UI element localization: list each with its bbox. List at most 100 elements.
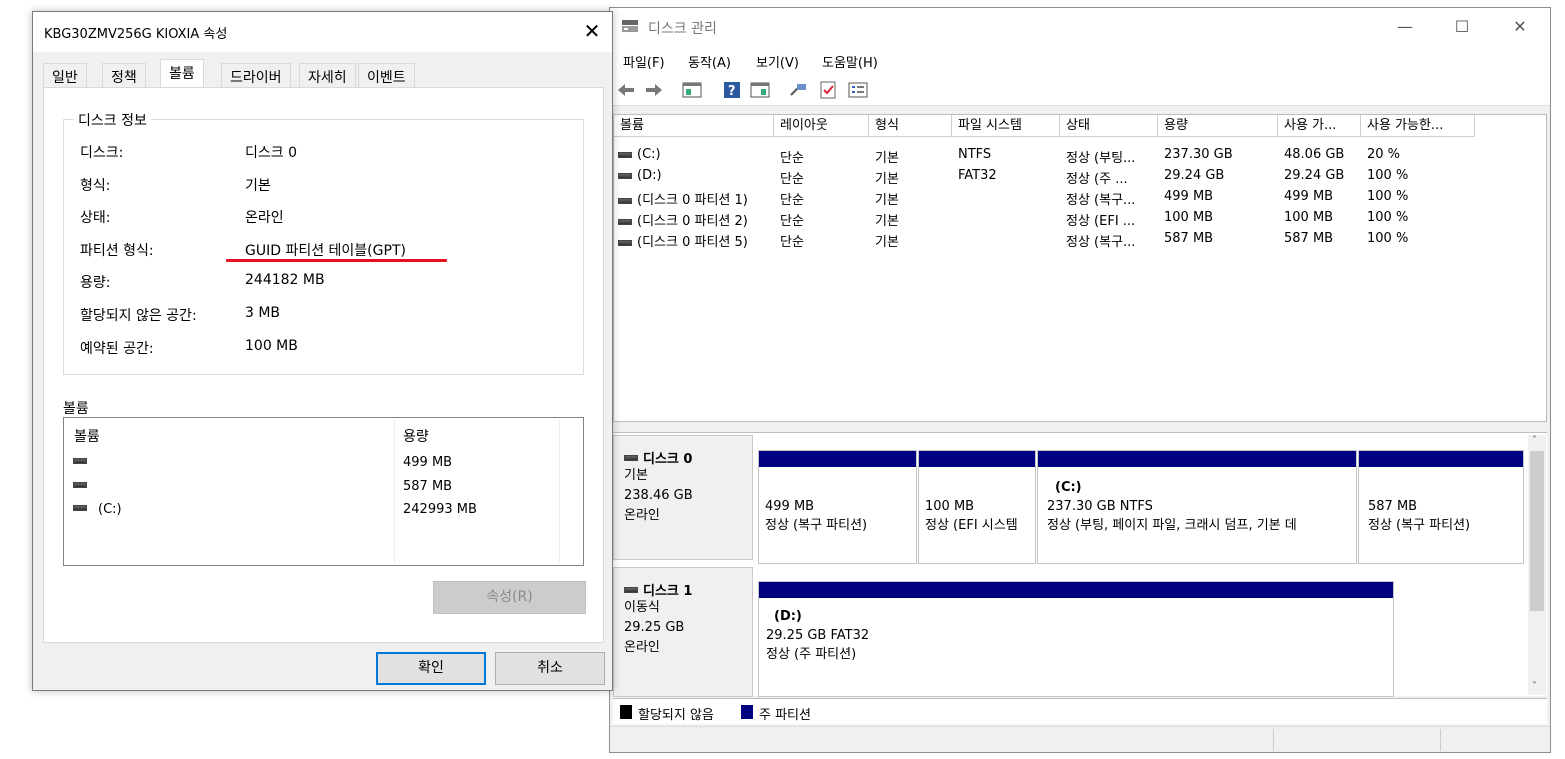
column-header-type[interactable]: 형식 bbox=[869, 115, 952, 137]
back-arrow-icon[interactable] bbox=[616, 81, 636, 99]
close-icon[interactable]: ✕ bbox=[580, 20, 604, 44]
primary-partition-bar bbox=[1359, 451, 1523, 467]
volume-icon bbox=[618, 239, 632, 246]
volume-cell: 20 % bbox=[1367, 147, 1401, 162]
disk-0-partition-1[interactable]: 499 MB 정상 (복구 파티션) bbox=[758, 450, 917, 564]
disk-1-partition-d[interactable]: (D:) 29.25 GB FAT32 정상 (주 파티션) bbox=[758, 581, 1394, 697]
help-icon[interactable]: ? bbox=[722, 81, 742, 99]
partition-info: (D:) 29.25 GB FAT32 정상 (주 파티션) bbox=[759, 598, 1393, 664]
minimize-button[interactable]: — bbox=[1376, 8, 1434, 46]
volume-row[interactable]: (C:) 단순 기본 NTFS 정상 (부팅... 237.30 GB 48.06 GB 20… bbox=[614, 144, 1544, 166]
volume-list-row[interactable]: 499 MB bbox=[64, 453, 554, 476]
disk-0-heading: 디스크 0 bbox=[624, 448, 692, 467]
column-header-percent-free[interactable]: 사용 가능한... bbox=[1361, 115, 1475, 137]
tab-general[interactable]: 일반 bbox=[43, 63, 87, 87]
cancel-button[interactable]: 취소 bbox=[495, 652, 605, 685]
volume-cell: FAT32 bbox=[958, 168, 997, 183]
property-label: 상태: bbox=[80, 210, 111, 227]
scrollbar-thumb[interactable] bbox=[1530, 451, 1544, 611]
volume-list-row[interactable]: (C:) 242993 MB bbox=[64, 500, 554, 523]
column-header-layout[interactable]: 레이아웃 bbox=[774, 115, 869, 137]
menu-action[interactable]: 동작(A) bbox=[688, 52, 731, 71]
disk-info-title: 디스크 정보 bbox=[74, 110, 151, 130]
disk-graphical-view: 디스크 0 기본 238.46 GB 온라인 499 MB 정상 (복구 파티션… bbox=[613, 432, 1547, 697]
volume-cell: 100 MB bbox=[1284, 210, 1334, 225]
tab-events[interactable]: 이벤트 bbox=[358, 63, 415, 87]
column-header-status[interactable]: 상태 bbox=[1060, 115, 1158, 137]
volume-cell: 100 MB bbox=[1164, 210, 1214, 225]
volume-cell: 48.06 GB bbox=[1284, 147, 1345, 162]
primary-partition-bar bbox=[1038, 451, 1356, 467]
maximize-button[interactable]: ☐ bbox=[1433, 8, 1491, 46]
disk-icon bbox=[624, 454, 638, 461]
vertical-scrollbar[interactable]: ˄ ˅ bbox=[1528, 435, 1546, 695]
vol-col-capacity: 용량 bbox=[403, 429, 429, 445]
volume-row[interactable]: (디스크 0 파티션 5) 단순 기본 정상 (복구... 587 MB 587 MB 10… bbox=[614, 228, 1544, 250]
close-button[interactable]: ✕ bbox=[1491, 8, 1549, 46]
connect-icon[interactable] bbox=[788, 81, 808, 99]
disk-0-partition-2[interactable]: 100 MB 정상 (EFI 시스템 bbox=[918, 450, 1036, 564]
primary-partition-bar bbox=[759, 582, 1393, 598]
volume-row[interactable]: (D:) 단순 기본 FAT32 정상 (주 ... 29.24 GB 29.24 GB 10… bbox=[614, 165, 1544, 187]
volume-row[interactable]: (디스크 0 파티션 1) 단순 기본 정상 (복구... 499 MB 499 MB 10… bbox=[614, 186, 1544, 208]
menu-view[interactable]: 보기(V) bbox=[756, 52, 799, 71]
volume-list-box[interactable]: 볼륨 용량 499 MB 587 MB (C:) 242993 MB bbox=[63, 417, 584, 566]
properties-list-icon[interactable] bbox=[848, 81, 868, 99]
disk-0-partition-c[interactable]: (C:) 237.30 GB NTFS 정상 (부팅, 페이지 파일, 크래시 … bbox=[1037, 450, 1357, 564]
column-header-capacity[interactable]: 용량 bbox=[1158, 115, 1278, 137]
volume-cell: 기본 bbox=[875, 235, 899, 250]
tab-volumes[interactable]: 볼륨 bbox=[160, 59, 204, 87]
check-disk-icon[interactable] bbox=[818, 81, 838, 99]
partition-info: 499 MB 정상 (복구 파티션) bbox=[759, 467, 916, 535]
volume-list-row[interactable]: 587 MB bbox=[64, 477, 554, 500]
show-pane-icon[interactable] bbox=[750, 81, 770, 99]
property-label: 디스크: bbox=[80, 145, 124, 161]
forward-arrow-icon[interactable] bbox=[644, 81, 664, 99]
disk-1-heading: 디스크 1 bbox=[624, 580, 692, 599]
volume-cell: 100 % bbox=[1367, 189, 1409, 204]
console-tree-icon[interactable] bbox=[682, 81, 702, 99]
disk-management-window: 디스크 관리 — ☐ ✕ 파일(F) 동작(A) 보기(V) 도움말(H) ? … bbox=[609, 7, 1551, 753]
volume-cell: 정상 (EFI ... bbox=[1066, 214, 1136, 229]
disk-0-partition-5[interactable]: 587 MB 정상 (복구 파티션) bbox=[1358, 450, 1524, 564]
volume-icon bbox=[618, 218, 632, 225]
status-bar bbox=[610, 726, 1550, 752]
unallocated-swatch bbox=[620, 705, 632, 719]
partition-size: 499 MB bbox=[765, 499, 815, 514]
column-header-volume[interactable]: 볼륨 bbox=[614, 115, 774, 137]
disk-0-label[interactable]: 디스크 0 기본 238.46 GB 온라인 bbox=[613, 435, 753, 560]
primary-partition-swatch bbox=[741, 705, 753, 719]
volume-size: 499 MB bbox=[403, 455, 453, 470]
volume-icon bbox=[618, 172, 632, 179]
property-value: 기본 bbox=[245, 177, 271, 194]
properties-button[interactable]: 속성(R) bbox=[433, 581, 586, 614]
property-value: 100 MB bbox=[245, 337, 298, 354]
menu-help[interactable]: 도움말(H) bbox=[822, 52, 878, 71]
volume-cell: (C:) bbox=[618, 147, 661, 162]
volume-name: (디스크 0 파티션 1) bbox=[637, 193, 748, 208]
menu-file[interactable]: 파일(F) bbox=[623, 52, 665, 71]
volume-cell: 100 % bbox=[1367, 231, 1409, 246]
tab-details[interactable]: 자세히 bbox=[299, 63, 356, 87]
volume-cell: 단순 bbox=[780, 235, 804, 250]
primary-partition-bar bbox=[919, 451, 1035, 467]
disk-1-info: 이동식 29.25 GB 온라인 bbox=[624, 598, 684, 658]
volume-cell: 단순 bbox=[780, 151, 804, 166]
property-value: GUID 파티션 테이블(GPT) bbox=[245, 242, 406, 259]
disk-0-name: 디스크 0 bbox=[643, 452, 693, 467]
volume-name: (D:) bbox=[637, 168, 662, 183]
disk-1-label[interactable]: 디스크 1 이동식 29.25 GB 온라인 bbox=[613, 567, 753, 697]
disk-0-size: 238.46 GB bbox=[624, 488, 693, 503]
volume-name: (C:) bbox=[637, 147, 661, 162]
volume-row[interactable]: (디스크 0 파티션 2) 단순 기본 정상 (EFI ... 100 MB 100 MB… bbox=[614, 207, 1544, 229]
scroll-down-icon[interactable]: ˅ bbox=[1532, 681, 1537, 692]
column-header-filesystem[interactable]: 파일 시스템 bbox=[952, 115, 1060, 137]
volume-cell: (D:) bbox=[618, 168, 662, 183]
tab-policy[interactable]: 정책 bbox=[102, 63, 146, 87]
scroll-up-icon[interactable]: ˄ bbox=[1532, 435, 1537, 446]
tab-driver[interactable]: 드라이버 bbox=[221, 63, 291, 87]
column-header-free-space[interactable]: 사용 가... bbox=[1278, 115, 1361, 137]
volume-list: 볼륨 레이아웃 형식 파일 시스템 상태 용량 사용 가... 사용 가능한..… bbox=[613, 114, 1547, 422]
disk-0-info: 기본 238.46 GB 온라인 bbox=[624, 466, 693, 526]
ok-button[interactable]: 확인 bbox=[376, 652, 486, 685]
